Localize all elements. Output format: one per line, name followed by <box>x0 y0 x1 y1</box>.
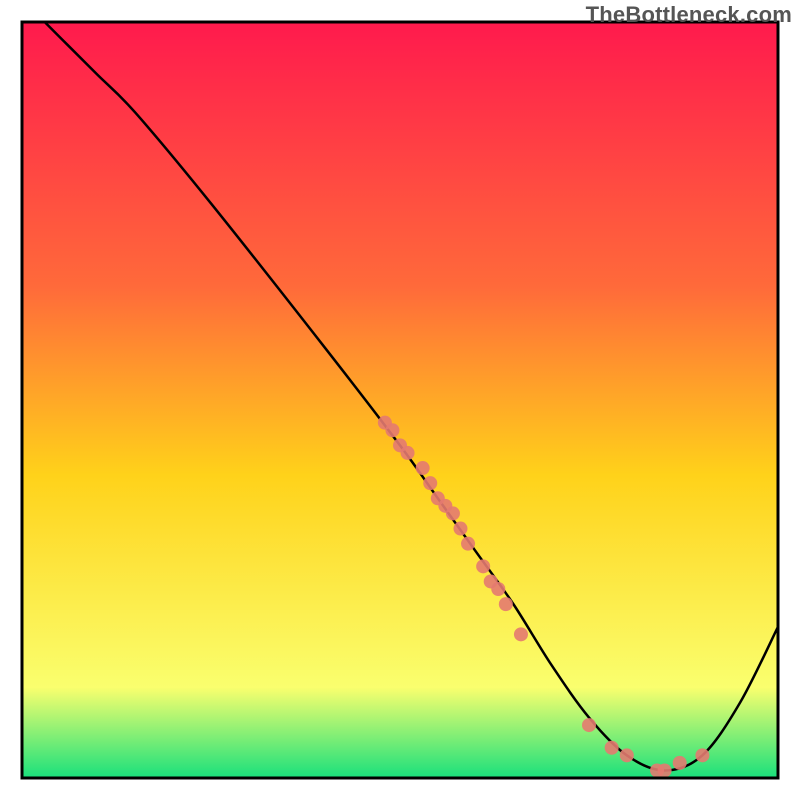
highlight-point <box>658 763 672 777</box>
highlight-point <box>620 748 634 762</box>
highlight-point <box>673 756 687 770</box>
chart-container: TheBottleneck.com <box>0 0 800 800</box>
highlight-point <box>453 522 467 536</box>
highlight-point <box>423 476 437 490</box>
highlight-point <box>491 582 505 596</box>
highlight-point <box>446 506 460 520</box>
bottleneck-chart <box>0 0 800 800</box>
plot-background <box>22 22 778 778</box>
highlight-point <box>416 461 430 475</box>
watermark-text: TheBottleneck.com <box>586 2 792 28</box>
highlight-point <box>401 446 415 460</box>
highlight-point <box>461 537 475 551</box>
highlight-point <box>695 748 709 762</box>
highlight-point <box>514 627 528 641</box>
highlight-point <box>605 741 619 755</box>
highlight-point <box>499 597 513 611</box>
highlight-point <box>476 559 490 573</box>
highlight-point <box>385 423 399 437</box>
highlight-point <box>582 718 596 732</box>
